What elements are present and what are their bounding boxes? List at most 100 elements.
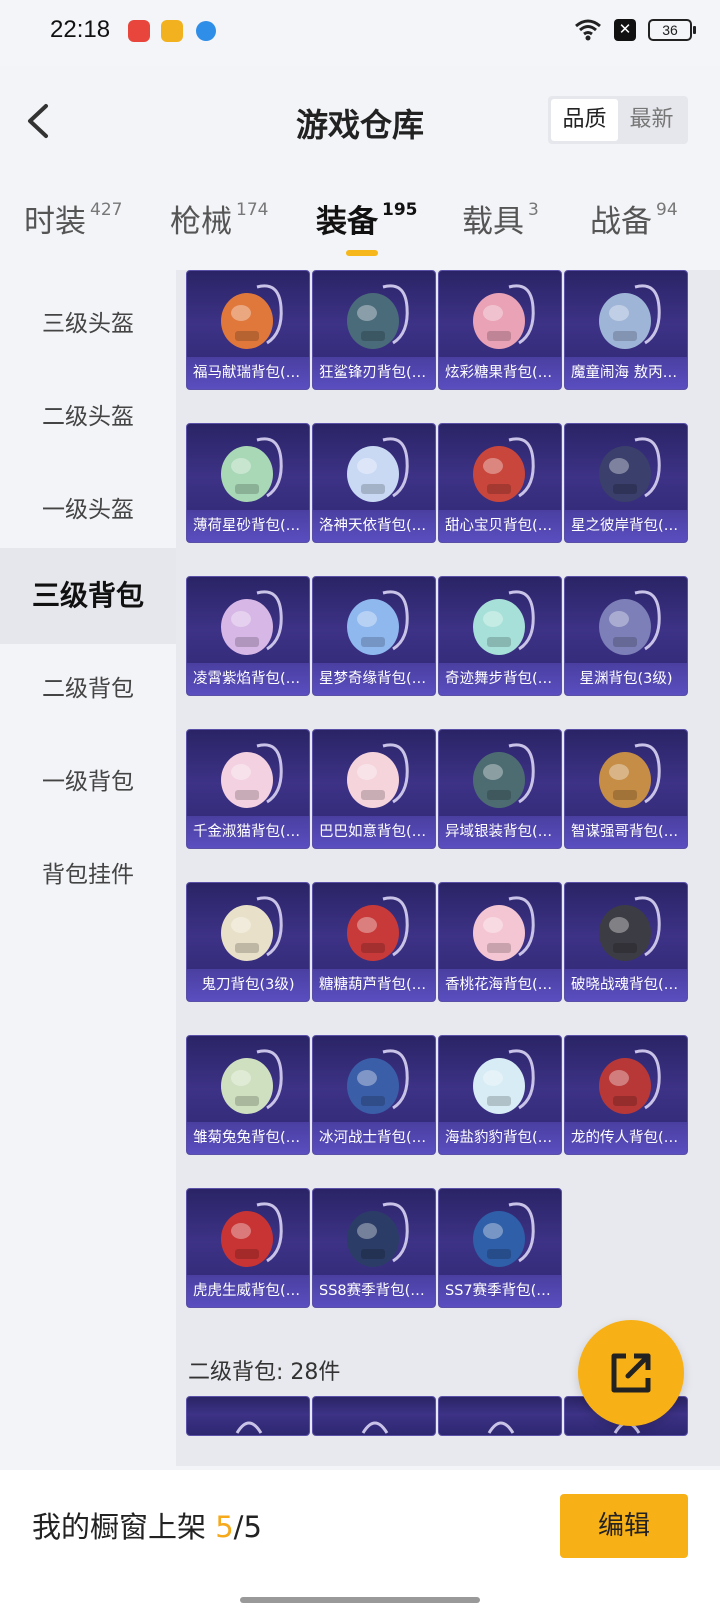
section-label: 二级背包: 28件 <box>188 1360 341 1385</box>
notification-x-icon: ✕ <box>614 19 636 41</box>
item-card[interactable]: 洛神天依背包(3级) <box>312 423 436 543</box>
item-card[interactable]: 龙的传人背包(3级) <box>564 1035 688 1155</box>
browser-app-icon <box>196 21 216 41</box>
tab-equipment[interactable]: 装备 195 <box>316 196 418 241</box>
item-card[interactable]: 星之彼岸背包(3级) <box>564 423 688 543</box>
sidebar-item-helmet-3[interactable]: 三级头盔 <box>0 276 176 372</box>
item-name: 星之彼岸背包(3级) <box>565 510 687 542</box>
item-card[interactable]: 凌霄紫焰背包(3级) <box>186 576 310 696</box>
item-grid: 二级背包: 28件 福马献瑞背包(3级) 狂鲨锋刃背包(3级) 炫彩糖果背包(3级)… <box>176 270 720 1466</box>
game-app-icon <box>161 20 183 42</box>
item-card[interactable]: 冰河战士背包(3级) <box>312 1035 436 1155</box>
backpack-icon <box>221 284 283 349</box>
sort-newest-button[interactable]: 最新 <box>618 99 685 141</box>
tab-vehicles[interactable]: 载具 3 <box>462 196 539 241</box>
item-card[interactable]: 雏菊兔兔背包(3级) <box>186 1035 310 1155</box>
tab-label: 装备 <box>316 204 378 240</box>
sort-quality-button[interactable]: 品质 <box>551 99 618 141</box>
backpack-icon <box>473 743 535 808</box>
sidebar-item-helmet-2[interactable]: 二级头盔 <box>0 369 176 465</box>
battery-icon: 36 <box>648 19 696 41</box>
tab-count: 427 <box>90 200 123 220</box>
item-name: 冰河战士背包(3级) <box>313 1122 435 1154</box>
tab-supplies[interactable]: 战备 94 <box>590 196 678 241</box>
item-name: 智谋强哥背包(3级) <box>565 816 687 848</box>
shelf-current: 5 <box>215 1510 234 1544</box>
item-card[interactable]: SS8赛季背包(3级) <box>312 1188 436 1308</box>
item-card[interactable]: 糖糖葫芦背包(3级) <box>312 882 436 1002</box>
item-name: 鬼刀背包(3级) <box>187 969 309 1001</box>
item-card[interactable]: 虎虎生威背包(3级) <box>186 1188 310 1308</box>
item-card[interactable]: 奇迹舞步背包(3级) <box>438 576 562 696</box>
item-card[interactable]: 香桃花海背包(3级) <box>438 882 562 1002</box>
item-card[interactable]: 鬼刀背包(3级) <box>186 882 310 1002</box>
backpack-icon <box>487 1421 515 1434</box>
backpack-icon <box>361 1421 389 1434</box>
item-card[interactable]: 甜心宝贝背包(3级) <box>438 423 562 543</box>
sidebar-item-backpack-2[interactable]: 二级背包 <box>0 641 176 737</box>
item-card[interactable]: 破晓战魂背包(3级) <box>564 882 688 1002</box>
external-link-icon <box>611 1353 651 1393</box>
status-bar: 22:18 ✕ 36 <box>0 0 720 66</box>
backpack-icon <box>347 284 409 349</box>
item-card[interactable]: 薄荷星砂背包(3级) <box>186 423 310 543</box>
item-name: 洛神天依背包(3级) <box>313 510 435 542</box>
item-card[interactable]: SS7赛季背包(3级) <box>438 1188 562 1308</box>
item-name: 海盐豹豹背包(3级) <box>439 1122 561 1154</box>
item-card[interactable]: 海盐豹豹背包(3级) <box>438 1035 562 1155</box>
sidebar-item-backpack-1[interactable]: 一级背包 <box>0 734 176 830</box>
item-card[interactable]: 星梦奇缘背包(3级) <box>312 576 436 696</box>
backpack-icon <box>599 1049 661 1114</box>
item-card[interactable]: 巴巴如意背包(3级) <box>312 729 436 849</box>
tab-fashion[interactable]: 时装 427 <box>24 196 122 241</box>
item-card[interactable]: 魔童闹海 敖丙背包(3级) <box>564 270 688 390</box>
item-card[interactable] <box>438 1396 562 1436</box>
tab-firearms[interactable]: 枪械 174 <box>170 196 268 241</box>
header: 游戏仓库 品质 最新 <box>0 66 720 176</box>
item-card[interactable]: 星渊背包(3级) <box>564 576 688 696</box>
item-name: 福马献瑞背包(3级) <box>187 357 309 389</box>
item-card[interactable]: 异域银装背包(3级) <box>438 729 562 849</box>
backpack-icon <box>599 284 661 349</box>
backpack-icon <box>347 1049 409 1114</box>
item-card[interactable]: 炫彩糖果背包(3级) <box>438 270 562 390</box>
item-name: 糖糖葫芦背包(3级) <box>313 969 435 1001</box>
backpack-icon <box>221 896 283 961</box>
tab-count: 94 <box>656 200 678 220</box>
item-card[interactable]: 千金淑猫背包(3级) <box>186 729 310 849</box>
tab-label: 载具 <box>462 204 524 240</box>
backpack-icon <box>347 896 409 961</box>
backpack-icon <box>473 284 535 349</box>
category-tabs: 时装 427 枪械 174 装备 195 载具 3 战备 94 <box>0 196 720 266</box>
item-name: 虎虎生威背包(3级) <box>187 1275 309 1307</box>
backpack-icon <box>599 437 661 502</box>
backpack-icon <box>473 590 535 655</box>
tab-label: 枪械 <box>170 204 232 240</box>
item-name: 星渊背包(3级) <box>565 663 687 695</box>
edit-button[interactable]: 编辑 <box>560 1494 688 1558</box>
item-card[interactable] <box>186 1396 310 1436</box>
item-name: 星梦奇缘背包(3级) <box>313 663 435 695</box>
item-name: 薄荷星砂背包(3级) <box>187 510 309 542</box>
item-name: 雏菊兔兔背包(3级) <box>187 1122 309 1154</box>
shelf-label: 我的橱窗上架 <box>32 1510 216 1544</box>
backpack-icon <box>599 590 661 655</box>
sidebar-item-pendant[interactable]: 背包挂件 <box>0 827 176 923</box>
sidebar-item-backpack-3[interactable]: 三级背包 <box>0 548 176 644</box>
backpack-icon <box>473 896 535 961</box>
sidebar-item-helmet-1[interactable]: 一级头盔 <box>0 462 176 558</box>
item-card[interactable] <box>312 1396 436 1436</box>
tab-count: 3 <box>528 200 539 220</box>
share-button[interactable] <box>578 1320 684 1426</box>
tab-label: 时装 <box>24 204 86 240</box>
item-name: 狂鲨锋刃背包(3级) <box>313 357 435 389</box>
backpack-icon <box>347 590 409 655</box>
shelf-total: /5 <box>233 1510 262 1544</box>
backpack-icon <box>221 743 283 808</box>
item-card[interactable]: 福马献瑞背包(3级) <box>186 270 310 390</box>
item-card[interactable]: 智谋强哥背包(3级) <box>564 729 688 849</box>
item-name: SS7赛季背包(3级) <box>439 1275 561 1307</box>
wifi-icon <box>575 19 601 41</box>
item-name: 香桃花海背包(3级) <box>439 969 561 1001</box>
item-card[interactable]: 狂鲨锋刃背包(3级) <box>312 270 436 390</box>
